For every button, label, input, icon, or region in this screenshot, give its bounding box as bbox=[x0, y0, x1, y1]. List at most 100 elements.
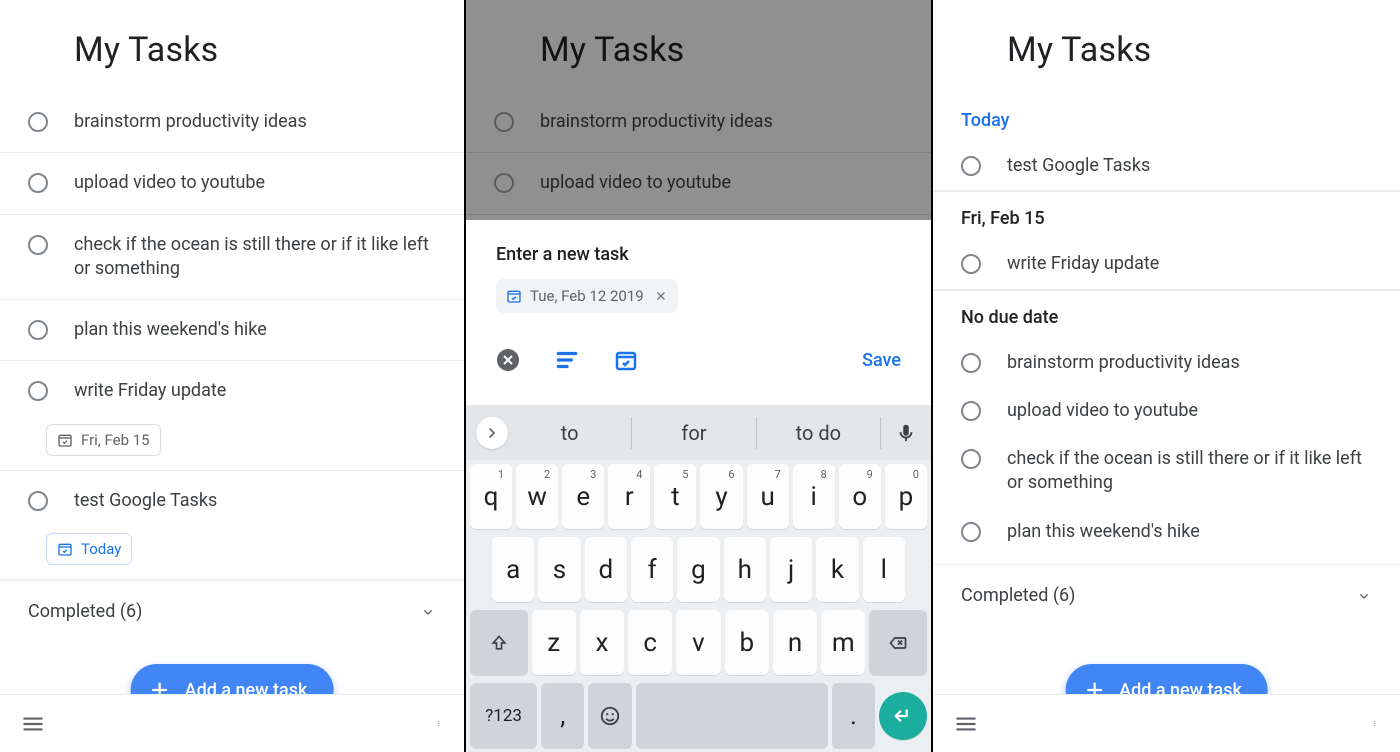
key-h[interactable]: h bbox=[724, 537, 766, 602]
task-text: write Friday update bbox=[74, 379, 226, 403]
key-q[interactable]: 1q bbox=[470, 464, 512, 529]
task-checkbox[interactable] bbox=[28, 381, 48, 401]
task-row[interactable]: upload video to youtube bbox=[0, 153, 464, 214]
menu-icon[interactable] bbox=[953, 711, 979, 737]
add-details-button[interactable] bbox=[496, 348, 520, 372]
task-checkbox bbox=[494, 173, 514, 193]
key-x[interactable]: x bbox=[580, 610, 624, 675]
key-e[interactable]: 3e bbox=[562, 464, 604, 529]
key-m[interactable]: m bbox=[821, 610, 865, 675]
suggestion-2[interactable]: for bbox=[632, 417, 756, 449]
screen-new-task-sheet: My Tasks brainstorm productivity ideasup… bbox=[466, 0, 933, 752]
completed-section-toggle[interactable]: Completed (6) bbox=[0, 580, 464, 642]
key-n[interactable]: n bbox=[773, 610, 817, 675]
task-text: plan this weekend's hike bbox=[1007, 520, 1200, 544]
task-checkbox[interactable] bbox=[961, 353, 981, 373]
bottom-app-bar bbox=[933, 694, 1400, 752]
key-f[interactable]: f bbox=[631, 537, 673, 602]
key-s[interactable]: s bbox=[538, 537, 580, 602]
task-row[interactable]: write Friday update bbox=[0, 361, 464, 413]
close-icon[interactable] bbox=[654, 289, 668, 303]
task-text: check if the ocean is still there or if … bbox=[74, 233, 444, 282]
more-vertical-icon[interactable] bbox=[1374, 713, 1380, 735]
key-d[interactable]: d bbox=[585, 537, 627, 602]
new-task-sheet: Enter a new task Tue, Feb 12 2019 bbox=[466, 220, 931, 389]
task-row[interactable]: check if the ocean is still there or if … bbox=[0, 215, 464, 301]
notes-icon[interactable] bbox=[554, 347, 580, 373]
key-g[interactable]: g bbox=[677, 537, 719, 602]
calendar-icon bbox=[506, 288, 522, 304]
date-chip[interactable]: Tue, Feb 12 2019 bbox=[496, 279, 678, 313]
calendar-icon bbox=[57, 432, 73, 448]
emoji-key[interactable] bbox=[588, 683, 631, 748]
task-checkbox[interactable] bbox=[961, 254, 981, 274]
more-vertical-icon[interactable] bbox=[438, 713, 444, 735]
task-checkbox[interactable] bbox=[28, 112, 48, 132]
key-v[interactable]: v bbox=[676, 610, 720, 675]
task-checkbox[interactable] bbox=[961, 401, 981, 421]
key-t[interactable]: 5t bbox=[654, 464, 696, 529]
task-text: test Google Tasks bbox=[1007, 154, 1150, 178]
task-date-text: Today bbox=[81, 540, 121, 558]
suggestion-3[interactable]: to do bbox=[757, 417, 881, 449]
key-w[interactable]: 2w bbox=[516, 464, 558, 529]
task-checkbox[interactable] bbox=[28, 320, 48, 340]
page-title: My Tasks bbox=[933, 0, 1400, 92]
mic-icon[interactable] bbox=[895, 422, 917, 444]
screen-flat-list: My Tasks brainstorm productivity ideas up… bbox=[0, 0, 466, 752]
task-date-chip[interactable]: Fri, Feb 15 bbox=[46, 424, 161, 456]
chevron-down-icon bbox=[1356, 588, 1372, 604]
key-i[interactable]: 8i bbox=[793, 464, 835, 529]
key-p[interactable]: 0p bbox=[885, 464, 927, 529]
task-text: brainstorm productivity ideas bbox=[74, 110, 307, 134]
task-row[interactable]: write Friday update bbox=[933, 240, 1400, 289]
task-row[interactable]: test Google Tasks bbox=[933, 142, 1400, 191]
task-row[interactable]: plan this weekend's hike bbox=[0, 300, 464, 361]
task-checkbox[interactable] bbox=[28, 491, 48, 511]
key-j[interactable]: j bbox=[770, 537, 812, 602]
key-r[interactable]: 4r bbox=[608, 464, 650, 529]
task-row[interactable]: plan this weekend's hike bbox=[933, 508, 1400, 556]
task-checkbox[interactable] bbox=[961, 156, 981, 176]
calendar-check-icon[interactable] bbox=[614, 348, 638, 372]
new-task-input[interactable]: Enter a new task bbox=[496, 244, 901, 265]
space-key[interactable] bbox=[636, 683, 828, 748]
task-row[interactable]: test Google Tasks bbox=[0, 471, 464, 523]
task-checkbox[interactable] bbox=[28, 235, 48, 255]
task-checkbox[interactable] bbox=[961, 522, 981, 542]
task-row[interactable]: check if the ocean is still there or if … bbox=[933, 435, 1400, 508]
key-a[interactable]: a bbox=[492, 537, 534, 602]
task-date-chip[interactable]: Today bbox=[46, 533, 132, 565]
expand-suggestions-button[interactable] bbox=[476, 417, 508, 449]
save-button[interactable]: Save bbox=[862, 350, 901, 371]
task-text: plan this weekend's hike bbox=[74, 318, 267, 342]
key-o[interactable]: 9o bbox=[839, 464, 881, 529]
key-l[interactable]: l bbox=[863, 537, 905, 602]
symbols-key[interactable]: ?123 bbox=[470, 683, 537, 748]
menu-icon[interactable] bbox=[20, 711, 46, 737]
task-checkbox[interactable] bbox=[961, 449, 981, 469]
key-b[interactable]: b bbox=[725, 610, 769, 675]
completed-label: Completed (6) bbox=[961, 585, 1075, 606]
backspace-key[interactable] bbox=[869, 610, 927, 675]
shift-key[interactable] bbox=[470, 610, 528, 675]
task-row[interactable]: upload video to youtube bbox=[933, 387, 1400, 435]
page-title: My Tasks bbox=[0, 0, 464, 92]
suggestion-1[interactable]: to bbox=[508, 417, 632, 449]
comma-key[interactable]: , bbox=[541, 683, 584, 748]
task-checkbox[interactable] bbox=[28, 173, 48, 193]
key-k[interactable]: k bbox=[816, 537, 858, 602]
key-y[interactable]: 6y bbox=[700, 464, 742, 529]
completed-label: Completed (6) bbox=[28, 601, 142, 622]
task-text: write Friday update bbox=[1007, 252, 1159, 276]
key-c[interactable]: c bbox=[628, 610, 672, 675]
enter-key[interactable] bbox=[879, 692, 927, 740]
key-z[interactable]: z bbox=[532, 610, 576, 675]
task-row[interactable]: brainstorm productivity ideas bbox=[0, 92, 464, 153]
task-date-text: Fri, Feb 15 bbox=[81, 431, 150, 449]
completed-section-toggle[interactable]: Completed (6) bbox=[933, 564, 1400, 626]
page-title: My Tasks bbox=[466, 0, 931, 92]
period-key[interactable]: . bbox=[832, 683, 875, 748]
task-row[interactable]: brainstorm productivity ideas bbox=[933, 339, 1400, 387]
key-u[interactable]: 7u bbox=[747, 464, 789, 529]
